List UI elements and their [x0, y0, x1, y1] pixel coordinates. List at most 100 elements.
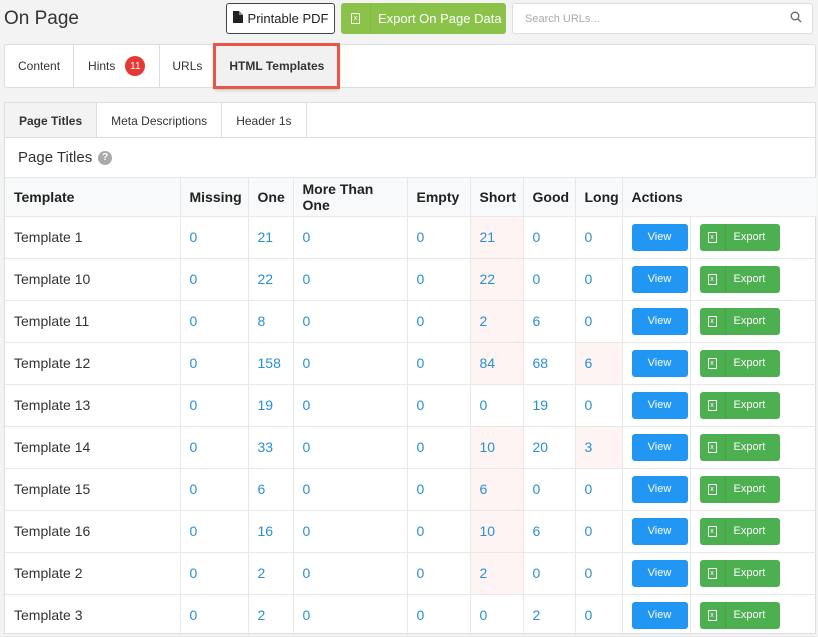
more-than-one-count-link[interactable]: 0	[293, 552, 408, 595]
more-than-one-count-link[interactable]: 0	[293, 384, 408, 427]
short-count-link[interactable]: 2	[470, 552, 524, 595]
column-header-template[interactable]: Template	[5, 178, 181, 217]
view-button[interactable]: View	[631, 517, 688, 545]
tab-html-templates[interactable]: HTML Templates	[213, 43, 341, 89]
export-button[interactable]: x Export	[699, 517, 780, 545]
subtab-meta-descriptions[interactable]: Meta Descriptions	[97, 103, 223, 138]
long-count-link[interactable]: 0	[575, 300, 623, 343]
short-count-link[interactable]: 10	[470, 510, 524, 553]
view-button[interactable]: View	[631, 349, 688, 377]
good-count-link[interactable]: 6	[523, 300, 576, 343]
tab-content[interactable]: Content	[5, 45, 75, 87]
search-icon[interactable]	[790, 10, 802, 28]
good-count-link[interactable]: 6	[523, 510, 576, 553]
one-count-link[interactable]: 16	[248, 510, 294, 553]
missing-count-link[interactable]: 0	[180, 258, 249, 301]
column-header-one[interactable]: One	[248, 178, 294, 217]
long-count-link[interactable]: 0	[575, 384, 623, 427]
search-urls-input[interactable]	[523, 11, 790, 26]
one-count-link[interactable]: 6	[248, 468, 294, 511]
export-button[interactable]: x Export	[699, 559, 780, 587]
export-button[interactable]: x Export	[699, 265, 780, 293]
more-than-one-count-link[interactable]: 0	[293, 216, 408, 259]
view-button[interactable]: View	[631, 559, 688, 587]
long-count-link[interactable]: 3	[575, 426, 623, 469]
subtab-page-titles[interactable]: Page Titles	[5, 103, 98, 138]
empty-count-link[interactable]: 0	[407, 594, 471, 637]
export-button[interactable]: x Export	[699, 307, 780, 335]
missing-count-link[interactable]: 0	[180, 594, 249, 637]
long-count-link[interactable]: 0	[575, 594, 623, 637]
empty-count-link[interactable]: 0	[407, 342, 471, 385]
column-header-empty[interactable]: Empty	[407, 178, 471, 217]
view-button[interactable]: View	[631, 433, 688, 461]
long-count-link[interactable]: 6	[575, 342, 623, 385]
empty-count-link[interactable]: 0	[407, 510, 471, 553]
one-count-link[interactable]: 33	[248, 426, 294, 469]
missing-count-link[interactable]: 0	[180, 552, 249, 595]
short-count-link[interactable]: 0	[470, 594, 524, 637]
empty-count-link[interactable]: 0	[407, 258, 471, 301]
tab-urls[interactable]: URLs	[160, 45, 216, 87]
more-than-one-count-link[interactable]: 0	[293, 510, 408, 553]
good-count-link[interactable]: 0	[523, 552, 576, 595]
short-count-link[interactable]: 6	[470, 468, 524, 511]
short-count-link[interactable]: 0	[470, 384, 524, 427]
short-count-link[interactable]: 22	[470, 258, 524, 301]
short-count-link[interactable]: 10	[470, 426, 524, 469]
one-count-link[interactable]: 8	[248, 300, 294, 343]
one-count-link[interactable]: 22	[248, 258, 294, 301]
more-than-one-count-link[interactable]: 0	[293, 426, 408, 469]
export-on-page-data-button[interactable]: x Export On Page Data	[341, 3, 506, 34]
more-than-one-count-link[interactable]: 0	[293, 342, 408, 385]
view-button[interactable]: View	[631, 223, 688, 251]
export-button[interactable]: x Export	[699, 223, 780, 251]
export-button[interactable]: x Export	[699, 349, 780, 377]
export-button[interactable]: x Export	[699, 391, 780, 419]
short-count-link[interactable]: 21	[470, 216, 524, 259]
empty-count-link[interactable]: 0	[407, 300, 471, 343]
view-button[interactable]: View	[631, 265, 688, 293]
long-count-link[interactable]: 0	[575, 468, 623, 511]
good-count-link[interactable]: 2	[523, 594, 576, 637]
more-than-one-count-link[interactable]: 0	[293, 300, 408, 343]
long-count-link[interactable]: 0	[575, 552, 623, 595]
missing-count-link[interactable]: 0	[180, 468, 249, 511]
question-circle-icon[interactable]: ?	[98, 150, 113, 165]
column-header-good[interactable]: Good	[523, 178, 576, 217]
one-count-link[interactable]: 2	[248, 552, 294, 595]
tab-hints[interactable]: Hints 11	[74, 45, 161, 87]
column-header-short[interactable]: Short	[470, 178, 524, 217]
good-count-link[interactable]: 0	[523, 216, 576, 259]
good-count-link[interactable]: 0	[523, 258, 576, 301]
good-count-link[interactable]: 0	[523, 468, 576, 511]
view-button[interactable]: View	[631, 601, 688, 629]
more-than-one-count-link[interactable]: 0	[293, 258, 408, 301]
missing-count-link[interactable]: 0	[180, 300, 249, 343]
subtab-header-1s[interactable]: Header 1s	[222, 103, 307, 138]
export-button[interactable]: x Export	[699, 475, 780, 503]
good-count-link[interactable]: 20	[523, 426, 576, 469]
one-count-link[interactable]: 19	[248, 384, 294, 427]
short-count-link[interactable]: 2	[470, 300, 524, 343]
column-header-missing[interactable]: Missing	[180, 178, 249, 217]
one-count-link[interactable]: 158	[248, 342, 294, 385]
more-than-one-count-link[interactable]: 0	[293, 594, 408, 637]
one-count-link[interactable]: 2	[248, 594, 294, 637]
missing-count-link[interactable]: 0	[180, 216, 249, 259]
empty-count-link[interactable]: 0	[407, 552, 471, 595]
good-count-link[interactable]: 19	[523, 384, 576, 427]
export-button[interactable]: x Export	[699, 433, 780, 461]
missing-count-link[interactable]: 0	[180, 426, 249, 469]
one-count-link[interactable]: 21	[248, 216, 294, 259]
good-count-link[interactable]: 68	[523, 342, 576, 385]
empty-count-link[interactable]: 0	[407, 426, 471, 469]
view-button[interactable]: View	[631, 391, 688, 419]
short-count-link[interactable]: 84	[470, 342, 524, 385]
column-header-more-than-one[interactable]: More Than One	[293, 178, 408, 217]
empty-count-link[interactable]: 0	[407, 384, 471, 427]
export-button[interactable]: x Export	[699, 601, 780, 629]
view-button[interactable]: View	[631, 307, 688, 335]
missing-count-link[interactable]: 0	[180, 384, 249, 427]
long-count-link[interactable]: 0	[575, 510, 623, 553]
